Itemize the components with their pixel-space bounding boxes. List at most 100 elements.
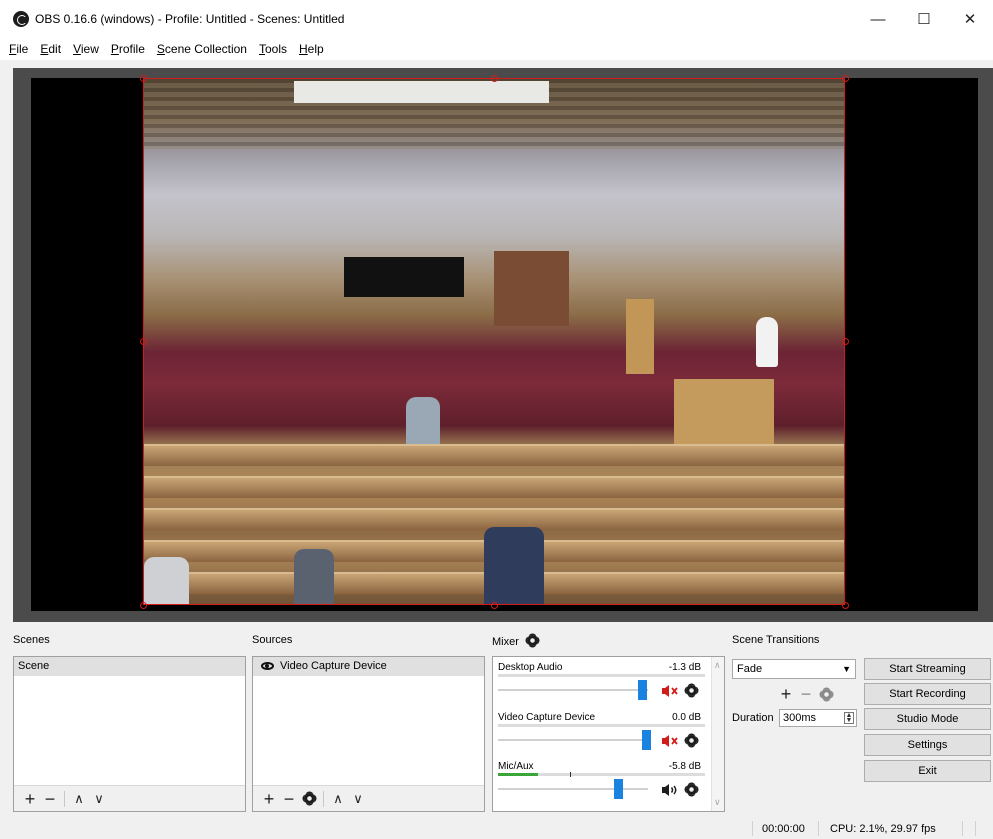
scenes-title: Scenes xyxy=(13,634,50,646)
sources-panel: Video Capture Device + − ∧ ∨ xyxy=(252,656,485,812)
channel-db: -1.3 dB xyxy=(668,662,701,673)
menu-tools[interactable]: Tools xyxy=(259,42,287,56)
status-bar: 00:00:00 CPU: 2.1%, 29.97 fps xyxy=(0,817,993,839)
mixer-title: Mixer xyxy=(492,634,539,648)
video-person xyxy=(294,549,334,604)
maximize-button[interactable]: ☐ xyxy=(901,0,947,38)
volume-meter xyxy=(498,674,705,677)
gear-icon xyxy=(820,688,833,701)
remove-scene-button[interactable]: − xyxy=(40,788,60,810)
add-scene-button[interactable]: + xyxy=(20,788,40,810)
menu-edit[interactable]: Edit xyxy=(40,42,61,56)
status-separator xyxy=(975,821,976,836)
video-person xyxy=(484,527,544,604)
preview-canvas[interactable] xyxy=(31,75,978,611)
status-time: 00:00:00 xyxy=(762,823,805,835)
add-source-button[interactable]: + xyxy=(259,788,279,810)
menu-bar: File Edit View Profile Scene Collection … xyxy=(0,38,993,60)
volume-meter xyxy=(498,724,705,727)
move-source-up-button[interactable]: ∧ xyxy=(328,788,348,810)
close-button[interactable]: ✕ xyxy=(947,0,993,38)
mixer-gear-icon[interactable] xyxy=(526,634,539,647)
status-separator xyxy=(752,821,753,836)
start-streaming-button[interactable]: Start Streaming xyxy=(864,658,991,680)
video-lectern xyxy=(626,299,654,374)
volume-slider-handle[interactable] xyxy=(614,779,623,799)
exit-button[interactable]: Exit xyxy=(864,760,991,782)
channel-gear-icon[interactable] xyxy=(685,734,698,747)
mixer-channel-desktop-audio: Desktop Audio -1.3 dB xyxy=(498,662,705,710)
channel-name: Desktop Audio xyxy=(498,662,563,673)
source-item[interactable]: Video Capture Device xyxy=(253,657,484,676)
channel-gear-icon[interactable] xyxy=(685,684,698,697)
resize-handle[interactable] xyxy=(842,602,849,609)
volume-slider-handle[interactable] xyxy=(638,680,647,700)
dropdown-arrow-icon: ▼ xyxy=(842,664,851,674)
studio-mode-button[interactable]: Studio Mode xyxy=(864,708,991,730)
volume-slider[interactable] xyxy=(498,680,648,700)
add-transition-button[interactable]: + xyxy=(776,683,796,705)
remove-transition-button[interactable]: − xyxy=(796,683,816,705)
menu-scene-collection[interactable]: Scene Collection xyxy=(157,42,247,56)
source-properties-button[interactable] xyxy=(299,788,319,810)
transition-select[interactable]: Fade ▼ xyxy=(732,659,856,679)
resize-handle[interactable] xyxy=(140,75,147,82)
volume-slider[interactable] xyxy=(498,779,648,799)
resize-handle[interactable] xyxy=(140,602,147,609)
menu-profile[interactable]: Profile xyxy=(111,42,145,56)
move-scene-up-button[interactable]: ∧ xyxy=(69,788,89,810)
resize-handle[interactable] xyxy=(491,75,498,82)
volume-slider-handle[interactable] xyxy=(642,730,651,750)
mixer-channel-video-capture-device: Video Capture Device 0.0 dB xyxy=(498,712,705,760)
resize-handle[interactable] xyxy=(491,602,498,609)
speaker-icon[interactable] xyxy=(661,783,679,797)
scroll-down-icon[interactable]: ∨ xyxy=(714,797,721,808)
sources-toolbar: + − ∧ ∨ xyxy=(253,785,484,811)
settings-button[interactable]: Settings xyxy=(864,734,991,756)
move-source-down-button[interactable]: ∨ xyxy=(348,788,368,810)
video-organ xyxy=(494,251,569,326)
start-recording-button[interactable]: Start Recording xyxy=(864,683,991,705)
menu-help[interactable]: Help xyxy=(299,42,324,56)
volume-slider[interactable] xyxy=(498,730,651,750)
move-scene-down-button[interactable]: ∨ xyxy=(89,788,109,810)
resize-handle[interactable] xyxy=(140,338,147,345)
status-cpu: CPU: 2.1%, 29.97 fps xyxy=(830,823,936,835)
title-bar: OBS 0.16.6 (windows) - Profile: Untitled… xyxy=(0,0,993,38)
channel-db: 0.0 dB xyxy=(672,712,701,723)
scenes-panel: Scene + − ∧ ∨ xyxy=(13,656,246,812)
channel-gear-icon[interactable] xyxy=(685,783,698,796)
mixer-panel: Desktop Audio -1.3 dB Video Capture Devi… xyxy=(492,656,725,812)
sources-title: Sources xyxy=(252,634,293,646)
muted-speaker-icon[interactable] xyxy=(661,734,679,748)
duration-label: Duration xyxy=(732,712,774,724)
toolbar-separator xyxy=(323,790,324,807)
resize-handle[interactable] xyxy=(842,75,849,82)
channel-db: -5.8 dB xyxy=(668,761,701,772)
channel-name: Video Capture Device xyxy=(498,712,596,723)
video-speaker xyxy=(756,317,778,367)
resize-handle[interactable] xyxy=(842,338,849,345)
mixer-channel-mic-aux: Mic/Aux -5.8 dB xyxy=(498,761,705,809)
transitions-toolbar: + − xyxy=(776,683,836,705)
gear-icon xyxy=(303,792,316,805)
duration-value: 300ms xyxy=(783,712,817,724)
preview-area[interactable] xyxy=(13,68,993,622)
menu-file[interactable]: File xyxy=(9,42,28,56)
menu-view[interactable]: View xyxy=(73,42,99,56)
duration-spinbox[interactable]: 300ms ▲ ▼ xyxy=(779,709,857,727)
remove-source-button[interactable]: − xyxy=(279,788,299,810)
spin-arrows-icon[interactable]: ▲ ▼ xyxy=(844,712,854,724)
video-capture-preview[interactable] xyxy=(143,78,845,605)
muted-speaker-icon[interactable] xyxy=(661,684,679,698)
toolbar-separator xyxy=(64,790,65,807)
scroll-up-icon[interactable]: ∧ xyxy=(714,660,721,671)
status-separator xyxy=(818,821,819,836)
transition-properties-button[interactable] xyxy=(816,683,836,705)
minimize-button[interactable]: — xyxy=(855,0,901,38)
transition-select-value: Fade xyxy=(737,663,763,675)
visibility-eye-icon[interactable] xyxy=(261,662,274,671)
scene-item[interactable]: Scene xyxy=(14,657,245,676)
source-item-label: Video Capture Device xyxy=(280,660,387,672)
mixer-scrollbar[interactable]: ∧ ∨ xyxy=(711,657,724,811)
